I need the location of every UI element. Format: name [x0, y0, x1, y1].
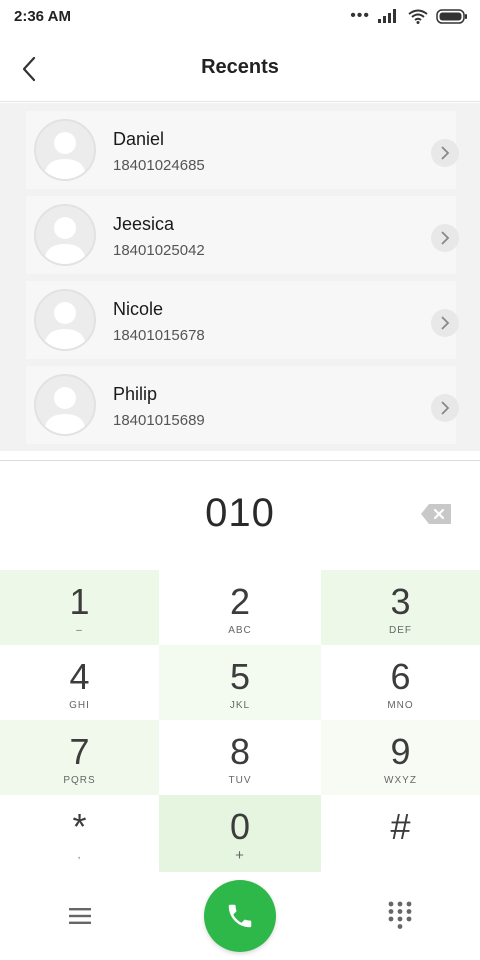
page-title: Recents — [201, 56, 279, 78]
key-letters: MNO — [387, 700, 414, 711]
header: Recents — [0, 36, 480, 102]
key-hash[interactable]: # — [321, 795, 480, 872]
key-letters: PQRS — [63, 775, 96, 786]
contact-name: Philip — [113, 384, 158, 404]
status-bar: 2:36 AM ••• — [0, 0, 480, 36]
keypad: 1 – 2 ABC 3 DEF 4 GHI 5 JKL 6 MNO 7 PQRS… — [0, 570, 480, 872]
contact-name: Daniel — [113, 129, 165, 149]
contact-detail-button[interactable] — [431, 394, 459, 422]
chevron-right-icon — [441, 401, 450, 415]
signal-icon — [378, 9, 396, 23]
contact-name: Nicole — [113, 299, 164, 319]
key-digit: # — [390, 806, 411, 847]
key-9[interactable]: 9 WXYZ — [321, 720, 480, 795]
key-digit: 7 — [69, 731, 90, 772]
contact-item[interactable]: Daniel 18401024685 — [26, 111, 459, 189]
key-star[interactable]: * , — [0, 795, 159, 872]
status-icons: ••• — [350, 8, 468, 24]
key-digit: 9 — [390, 731, 411, 772]
key-letters: DEF — [389, 625, 412, 636]
key-letters: JKL — [229, 700, 251, 711]
dialpad-icon — [388, 901, 412, 929]
key-5[interactable]: 5 JKL — [159, 645, 321, 720]
battery-icon — [436, 8, 467, 24]
bottom-bar — [0, 872, 480, 960]
dial-number-display: 010 — [205, 491, 275, 535]
key-7[interactable]: 7 PQRS — [0, 720, 159, 795]
contact-number: 18401015678 — [113, 327, 205, 344]
contact-name: Jeesica — [113, 214, 175, 234]
avatar — [34, 119, 96, 181]
key-digit: 4 — [69, 656, 90, 697]
avatar — [34, 289, 96, 351]
backspace-icon — [421, 504, 451, 524]
key-digit: 5 — [229, 656, 251, 697]
divider — [0, 460, 480, 461]
menu-button[interactable] — [62, 904, 98, 928]
chevron-right-icon — [441, 231, 450, 245]
contact-item[interactable]: Nicole 18401015678 — [26, 281, 459, 359]
person-icon — [44, 217, 86, 264]
key-digit: 1 — [69, 581, 90, 622]
key-1[interactable]: 1 – — [0, 570, 159, 645]
key-letters: GHI — [69, 700, 90, 711]
person-icon — [44, 132, 86, 179]
key-letters: – — [76, 625, 83, 636]
key-letters: TUV — [228, 775, 252, 786]
key-digit: 0 — [229, 806, 251, 847]
key-4[interactable]: 4 GHI — [0, 645, 159, 720]
contact-number: 18401025042 — [113, 242, 205, 259]
key-digit: * — [72, 806, 87, 847]
chevron-right-icon — [441, 316, 450, 330]
person-icon — [44, 302, 86, 349]
key-digit: 2 — [229, 581, 251, 622]
key-6[interactable]: 6 MNO — [321, 645, 480, 720]
avatar — [34, 374, 96, 436]
key-3[interactable]: 3 DEF — [321, 570, 480, 645]
contact-detail-button[interactable] — [431, 224, 459, 252]
contact-detail-button[interactable] — [431, 139, 459, 167]
key-letters: WXYZ — [384, 775, 417, 786]
keypad-toggle-button[interactable] — [386, 900, 414, 930]
contact-number: 18401024685 — [113, 157, 205, 174]
key-8[interactable]: 8 TUV — [159, 720, 321, 795]
key-digit: 6 — [390, 656, 411, 697]
key-digit: 3 — [390, 581, 411, 622]
key-2[interactable]: 2 ABC — [159, 570, 321, 645]
key-letters: , — [77, 850, 82, 861]
key-letters: + — [235, 847, 245, 864]
phone-icon — [228, 904, 252, 928]
key-0[interactable]: 0 + — [159, 795, 321, 872]
contact-item[interactable]: Philip 18401015689 — [26, 366, 459, 444]
person-icon — [44, 387, 86, 434]
backspace-button[interactable] — [418, 500, 454, 528]
key-digit: 8 — [229, 731, 251, 772]
contact-number: 18401015689 — [113, 412, 205, 429]
chevron-right-icon — [441, 146, 450, 160]
recents-list: Daniel 18401024685 Jeesica 18401025042 N… — [0, 103, 480, 451]
key-letters: ABC — [228, 625, 252, 636]
avatar — [34, 204, 96, 266]
wifi-icon — [408, 9, 428, 24]
status-time: 2:36 AM — [14, 8, 71, 25]
contact-item[interactable]: Jeesica 18401025042 — [26, 196, 459, 274]
contact-detail-button[interactable] — [431, 309, 459, 337]
more-dots-icon: ••• — [350, 7, 370, 24]
menu-icon — [69, 908, 91, 924]
call-button[interactable] — [204, 880, 276, 952]
